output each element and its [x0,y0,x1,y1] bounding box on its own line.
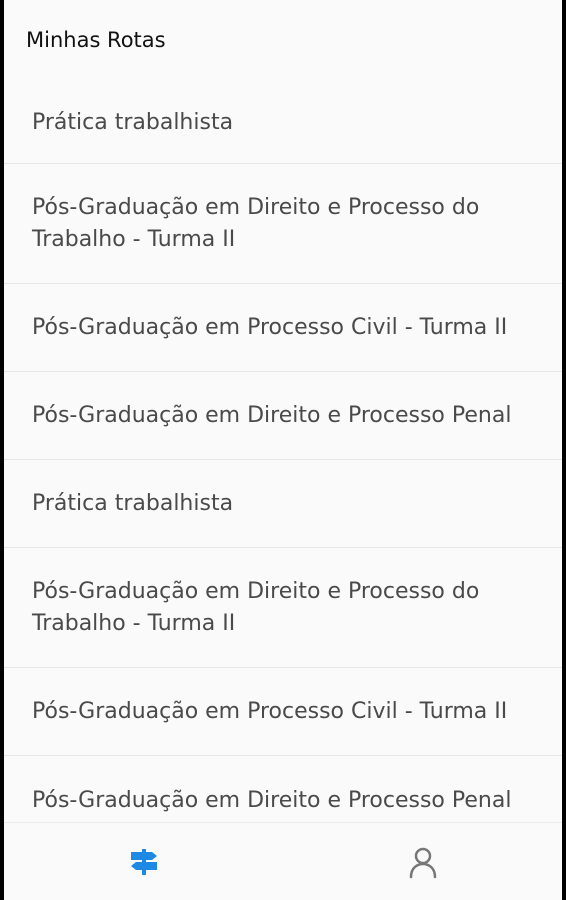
page-title: Minhas Rotas [26,28,166,52]
route-label: Pós-Graduação em Direito e Processo Pena… [32,402,512,428]
list-item[interactable]: Pós-Graduação em Direito e Processo Pena… [4,372,562,460]
route-label: Pós-Graduação em Direito e Processo do T… [32,194,480,252]
app-screen: Minhas Rotas Prática trabalhista Pós-Gra… [4,0,562,900]
list-item[interactable]: Pós-Graduação em Processo Civil - Turma … [4,284,562,372]
list-item[interactable]: Prática trabalhista [4,460,562,548]
list-item[interactable]: Pós-Graduação em Processo Civil - Turma … [4,668,562,756]
list-item[interactable]: Pós-Graduação em Direito e Processo do T… [4,548,562,668]
signpost-icon [127,845,161,879]
tab-profile[interactable] [283,823,562,900]
route-label: Prática trabalhista [32,109,234,135]
bottom-tab-bar [4,822,562,900]
routes-list[interactable]: Prática trabalhista Pós-Graduação em Dir… [4,82,562,822]
route-label: Prática trabalhista [32,490,234,516]
header: Minhas Rotas [4,0,562,82]
tab-routes[interactable] [4,823,283,900]
list-item[interactable]: Pós-Graduação em Direito e Processo Pena… [4,756,562,822]
list-item[interactable]: Pós-Graduação em Direito e Processo do T… [4,164,562,284]
route-label: Pós-Graduação em Direito e Processo do T… [32,578,480,636]
route-label: Pós-Graduação em Direito e Processo Pena… [32,788,512,813]
list-item[interactable]: Prática trabalhista [4,82,562,164]
route-label: Pós-Graduação em Processo Civil - Turma … [32,314,508,340]
route-label: Pós-Graduação em Processo Civil - Turma … [32,698,508,724]
user-icon [408,845,438,879]
